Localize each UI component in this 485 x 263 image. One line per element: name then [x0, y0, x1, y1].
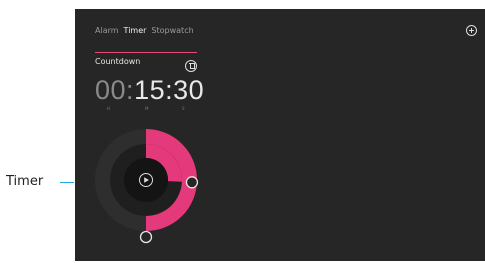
timer-callout-label: Timer — [6, 174, 44, 189]
clock-app-window: Alarm Timer Stopwatch Countdown 00:15:30… — [75, 9, 485, 261]
callout-line — [60, 182, 74, 183]
timer-dial — [95, 129, 199, 244]
seconds-drag-handle[interactable] — [139, 230, 153, 244]
minutes-drag-handle[interactable] — [185, 176, 199, 189]
